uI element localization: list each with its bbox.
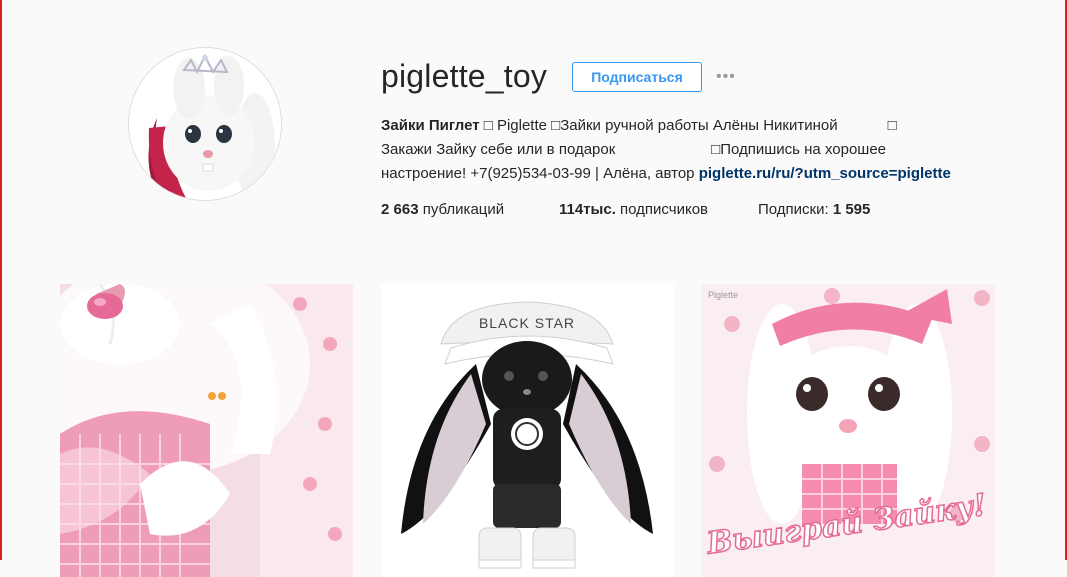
- followers-count: 114тыс.: [559, 201, 616, 218]
- bio-line-3: настроение! +7(925)534-03-99 | Алёна, ав…: [381, 162, 1001, 186]
- profile-bio: Зайки Пиглет □ Piglette □Зайки ручной ра…: [381, 114, 1001, 186]
- post-2-cap-text: BLACK STAR: [479, 315, 575, 331]
- following-stat[interactable]: Подписки: 1 595: [758, 200, 870, 220]
- posts-count: 2 663: [381, 201, 419, 218]
- post-thumbnail-3[interactable]: Piglette Выиграй Зайку!: [702, 284, 995, 577]
- window-frame-left: [0, 0, 2, 560]
- post-thumbnail-1[interactable]: [60, 284, 353, 577]
- following-count: 1 595: [832, 201, 871, 218]
- bio-line-1-text: □ Piglette □Зайки ручной работы Алёны Ни…: [479, 117, 897, 134]
- profile-username: piglette_toy: [381, 58, 548, 94]
- bio-website-link[interactable]: piglette.ru/ru/?utm_source=piglette: [699, 165, 951, 182]
- followers-stat[interactable]: 114тыс. подписчиков: [559, 200, 708, 220]
- post-thumbnail-2[interactable]: BLACK STAR: [381, 284, 674, 577]
- profile-avatar[interactable]: [129, 48, 281, 200]
- following-label: Подписки:: [758, 201, 833, 218]
- post-3-watermark: Piglette: [708, 290, 738, 300]
- bio-line-3-text: настроение! +7(925)534-03-99 | Алёна, ав…: [381, 165, 699, 182]
- bio-line-1: Зайки Пиглет □ Piglette □Зайки ручной ра…: [381, 114, 1001, 138]
- more-options-icon[interactable]: •••: [716, 68, 744, 86]
- bio-line-2: Закажи Зайку себе или в подарок □Подпиши…: [381, 141, 887, 158]
- profile-full-name: Зайки Пиглет: [381, 117, 480, 134]
- posts-count-stat: 2 663 публикаций: [381, 200, 504, 220]
- follow-button[interactable]: Подписаться: [572, 62, 702, 92]
- posts-label: публикаций: [418, 201, 505, 218]
- followers-label: подписчиков: [615, 201, 708, 218]
